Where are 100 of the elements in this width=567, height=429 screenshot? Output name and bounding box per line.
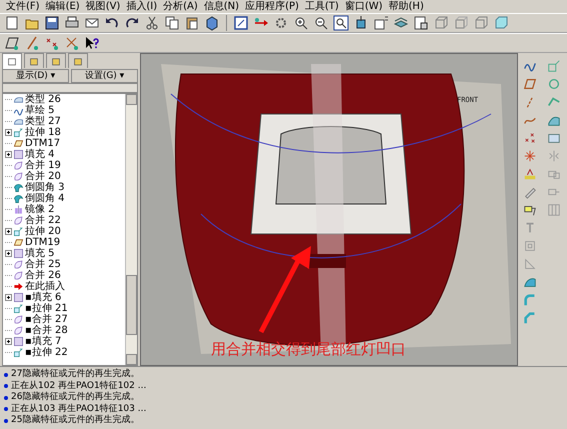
tree-item[interactable]: ▪拉伸 22 <box>5 347 125 358</box>
folder-icon[interactable] <box>50 56 62 66</box>
message-text: 25隐藏特征或元件的再生完成。 <box>11 415 140 426</box>
tree-item[interactable]: 合并 20 <box>5 171 125 182</box>
panel-menu-button[interactable]: 设置(G) ▾ <box>71 69 138 83</box>
tree-item[interactable]: 合并 19 <box>5 160 125 171</box>
tree-item[interactable]: ▪合并 28 <box>5 325 125 336</box>
expand-icon[interactable] <box>5 294 12 301</box>
tree-item[interactable]: ▪填充 7 <box>5 336 125 347</box>
extrude-icon[interactable] <box>13 303 24 314</box>
tree-item[interactable]: 倒圆角 3 <box>5 182 125 193</box>
merge-icon[interactable] <box>13 215 24 226</box>
mirror-icon[interactable] <box>13 204 24 215</box>
tree-item[interactable]: DTM19 <box>5 237 125 248</box>
tree-item[interactable]: 类型 27 <box>5 116 125 127</box>
message-text: 27隐藏特征或元件的再生完成。 <box>11 369 140 380</box>
help-icon[interactable] <box>84 35 100 51</box>
ruler-icon[interactable] <box>523 167 537 181</box>
menu-item[interactable]: 帮助(H) <box>388 0 424 12</box>
zoom-in-icon[interactable] <box>293 15 309 31</box>
datum-plane-icon[interactable] <box>13 138 24 149</box>
merge-icon[interactable] <box>13 325 24 336</box>
extrude-icon[interactable] <box>13 127 24 138</box>
menu-item[interactable]: 视图(V) <box>86 0 120 12</box>
paste-icon[interactable] <box>184 15 200 31</box>
favorites-icon[interactable] <box>72 56 84 66</box>
extrude-icon[interactable] <box>13 347 24 358</box>
layers-icon[interactable] <box>28 56 40 66</box>
menu-item[interactable]: 工具(T) <box>304 0 339 12</box>
tree-item[interactable]: 合并 22 <box>5 215 125 226</box>
tree-item-label: 拉伸 20 <box>25 226 61 237</box>
datum-plane-icon[interactable] <box>4 35 20 51</box>
merge-icon[interactable] <box>13 171 24 182</box>
new-page-icon[interactable] <box>4 15 20 31</box>
tree-item[interactable]: 拉伸 18 <box>5 127 125 138</box>
menu-item[interactable]: 文件(F) <box>6 0 40 12</box>
panel-menu-button[interactable]: 显示(D) ▾ <box>2 69 69 83</box>
bullet-icon <box>4 418 8 423</box>
extrude-icon[interactable] <box>13 226 24 237</box>
merge-icon[interactable] <box>13 314 24 325</box>
tree-item[interactable]: 拉伸 20 <box>5 226 125 237</box>
tree-item[interactable]: 类型 26 <box>5 94 125 105</box>
tree-item-label: 合并 19 <box>25 160 61 171</box>
tree-item[interactable]: 填充 5 <box>5 248 125 259</box>
boundary-icon[interactable] <box>547 131 561 145</box>
round-icon[interactable] <box>13 182 24 193</box>
datum-plane-icon[interactable] <box>13 237 24 248</box>
tree-item[interactable]: ▪拉伸 21 <box>5 303 125 314</box>
menu-item[interactable]: 编辑(E) <box>46 0 80 12</box>
round-icon[interactable] <box>13 193 24 204</box>
save-icon[interactable] <box>44 15 60 31</box>
square-icon[interactable] <box>13 248 24 259</box>
star-point-icon[interactable] <box>523 149 537 163</box>
panel-tab[interactable] <box>68 53 88 68</box>
gear-icon[interactable] <box>273 15 289 31</box>
copy-icon[interactable] <box>164 15 180 31</box>
expand-icon[interactable] <box>5 338 12 345</box>
merge-icon[interactable] <box>13 160 24 171</box>
point-icon[interactable] <box>523 131 537 145</box>
insert-arrow-icon[interactable] <box>13 281 24 292</box>
tree-item[interactable]: DTM17 <box>5 138 125 149</box>
menu-item[interactable]: 窗口(W) <box>344 0 383 12</box>
plane-icon[interactable] <box>523 77 537 91</box>
tree-item-label: ▪填充 6 <box>25 292 62 303</box>
menu-item[interactable]: 插入(I) <box>126 0 158 12</box>
shaded-cube-icon[interactable] <box>493 15 509 31</box>
expand-icon[interactable] <box>5 129 12 136</box>
window-icon[interactable] <box>233 15 249 31</box>
menu-item[interactable]: 应用程序(P) <box>245 0 299 12</box>
tree-item[interactable]: ▪合并 27 <box>5 314 125 325</box>
scissors-icon[interactable] <box>144 15 160 31</box>
tree-item[interactable]: ▪填充 6 <box>5 292 125 303</box>
zoom-fit-icon[interactable] <box>333 15 349 31</box>
expand-icon[interactable] <box>5 228 12 235</box>
tree-item[interactable]: 草绘 5 <box>5 105 125 116</box>
expand-icon[interactable] <box>5 250 12 257</box>
tree-item[interactable]: 合并 26 <box>5 270 125 281</box>
square-icon[interactable] <box>13 292 24 303</box>
scrollbar[interactable] <box>125 94 137 365</box>
menu-item[interactable]: 分析(A) <box>163 0 198 12</box>
square-icon[interactable] <box>13 149 24 160</box>
tree-item[interactable]: 倒圆角 4 <box>5 193 125 204</box>
tree-item[interactable]: 合并 25 <box>5 259 125 270</box>
cube-icon[interactable] <box>204 15 220 31</box>
merge-icon[interactable] <box>13 270 24 281</box>
tree-item[interactable]: 在此插入 <box>5 281 125 292</box>
panel-tab[interactable] <box>2 53 22 69</box>
menu-item[interactable]: 信息(N) <box>204 0 240 12</box>
square-icon[interactable] <box>13 336 24 347</box>
tree-item[interactable]: 填充 4 <box>5 149 125 160</box>
merge-icon[interactable] <box>13 259 24 270</box>
panel-tab[interactable] <box>24 53 44 68</box>
tree-item-label: 合并 20 <box>25 171 61 182</box>
expand-icon[interactable] <box>5 151 12 158</box>
panel-tab[interactable] <box>46 53 66 68</box>
tree-icon[interactable] <box>6 56 18 67</box>
zoom-out-icon[interactable] <box>313 15 329 31</box>
tree-item[interactable]: 镜像 2 <box>5 204 125 215</box>
note-icon[interactable] <box>523 203 537 217</box>
tree-item-label: 草绘 5 <box>25 105 55 116</box>
